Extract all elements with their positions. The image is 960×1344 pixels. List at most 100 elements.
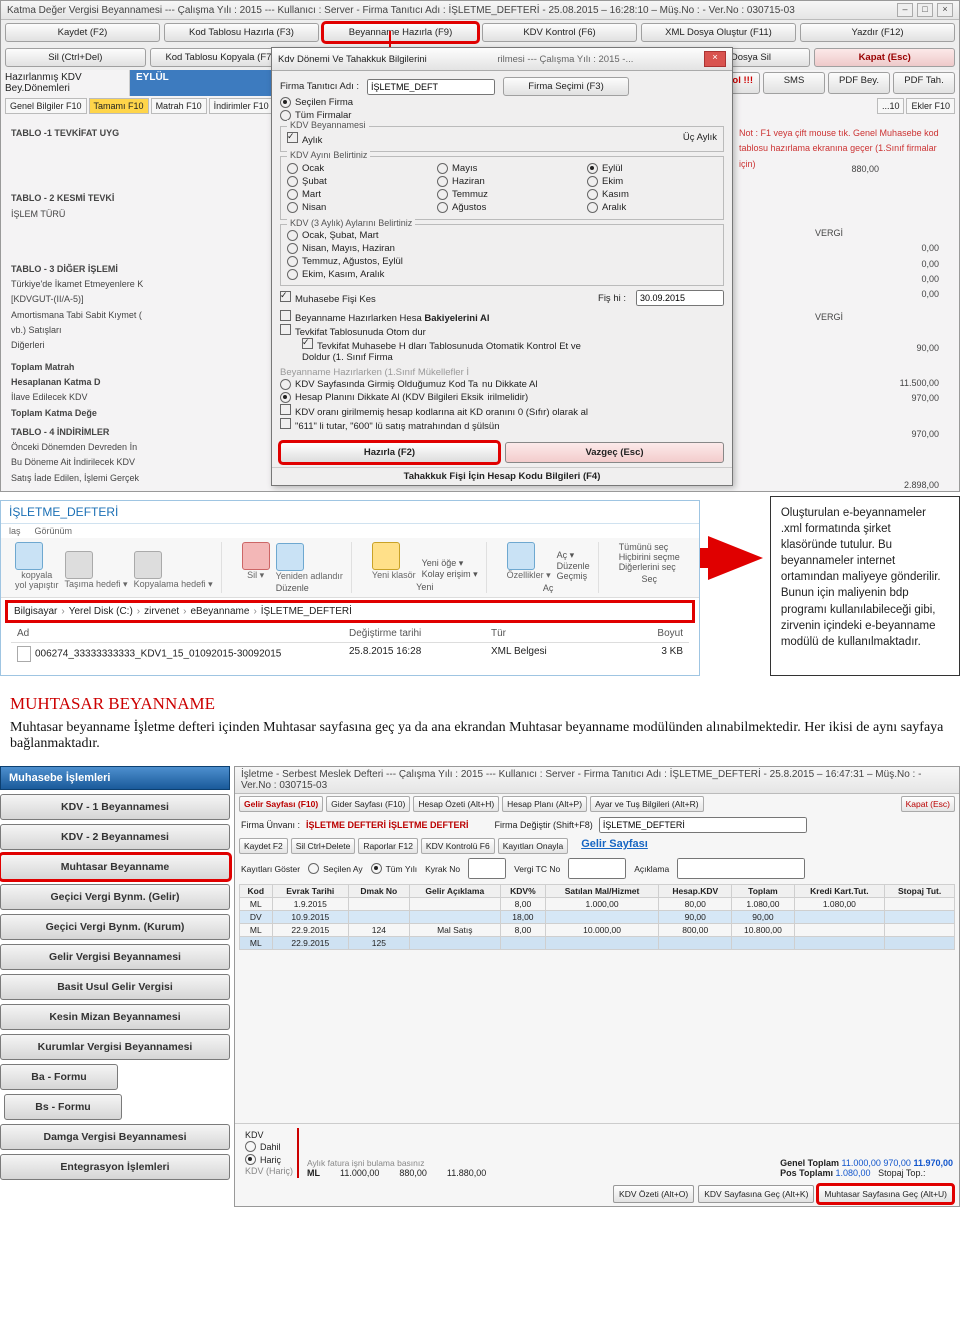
btn-hazirla[interactable]: Hazırla (F2): [280, 442, 499, 463]
tab-tamami[interactable]: Tamamı F10: [89, 98, 149, 114]
c-bey[interactable]: [280, 310, 291, 321]
btn-kapat[interactable]: Kapat (Esc): [814, 48, 955, 67]
sel-all[interactable]: Tümünü seç: [619, 542, 680, 552]
tab-indirim[interactable]: İndirimler F10: [209, 98, 274, 114]
kyrak-input[interactable]: [468, 858, 506, 879]
m-agustos[interactable]: Ağustos: [437, 201, 567, 214]
m-eylul[interactable]: Eylül: [587, 162, 717, 175]
btn-kdv-kontrol[interactable]: KDV Kontrol (F6): [482, 23, 637, 42]
btn-sil[interactable]: Sil (Ctrl+Del): [5, 48, 146, 67]
menu-kdv1[interactable]: KDV - 1 Beyannamesi: [0, 794, 230, 820]
c3[interactable]: Gelir Açıklama: [409, 885, 500, 898]
menu-kesin-mizan[interactable]: Kesin Mizan Beyannamesi: [0, 1004, 230, 1030]
m-kasim[interactable]: Kasım: [587, 188, 717, 201]
b-kdv-kontrol[interactable]: KDV Kontrolü F6: [421, 838, 495, 854]
tab-matrah[interactable]: Matrah F10: [151, 98, 207, 114]
gelir-link[interactable]: Gelir Sayfası: [581, 838, 648, 854]
chk-muh-fis[interactable]: Muhasebe Fişi Kes: [280, 291, 376, 305]
vtc-input[interactable]: [568, 858, 626, 879]
btn-beyanname-hazirla[interactable]: Beyanname Hazırla (F9): [323, 23, 478, 42]
q1[interactable]: Ocak, Şubat, Mart: [287, 229, 717, 242]
fis-date[interactable]: [636, 290, 724, 306]
chk-aylik[interactable]: Aylık: [287, 132, 322, 146]
q3[interactable]: Temmuz, Ağustos, Eylül: [287, 255, 717, 268]
c2[interactable]: Dmak No: [348, 885, 409, 898]
sel-none[interactable]: Hiçbirini seçme: [619, 552, 680, 562]
tab-hesap-ozet[interactable]: Hesap Özeti (Alt+H): [413, 796, 499, 812]
breadcrumb[interactable]: Bilgisayar› Yerel Disk (C:)› zirvenet› e…: [7, 602, 693, 621]
opt-tum-yil[interactable]: Tüm Yılı: [371, 862, 418, 875]
opt-haric[interactable]: Hariç: [245, 1153, 293, 1166]
firma-input[interactable]: [367, 79, 495, 95]
edit-item[interactable]: Düzenle: [557, 561, 590, 571]
col-ad[interactable]: Ad: [11, 628, 343, 639]
c4[interactable]: KDV%: [500, 885, 545, 898]
menu-bs[interactable]: Bs - Formu: [4, 1094, 122, 1120]
menu-gelir-vergisi[interactable]: Gelir Vergisi Beyannamesi: [0, 944, 230, 970]
m-aralik[interactable]: Aralık: [587, 201, 717, 214]
btn-yazdir[interactable]: Yazdır (F12): [800, 23, 955, 42]
firma-select[interactable]: [599, 817, 807, 833]
tab-ayar[interactable]: Ayar ve Tuş Bilgileri (Alt+R): [590, 796, 704, 812]
table-row[interactable]: ML1.9.20158,001.000,0080,001.080,001.080…: [240, 898, 955, 911]
hist-item[interactable]: Geçmiş: [557, 571, 590, 581]
table-row[interactable]: ML22.9.2015124Mal Satış8,0010.000,00800,…: [240, 924, 955, 937]
crumb-0[interactable]: Bilgisayar: [14, 606, 57, 617]
m-ocak[interactable]: Ocak: [287, 162, 417, 175]
k1[interactable]: [280, 404, 291, 415]
close-icon[interactable]: ×: [937, 3, 953, 17]
c7[interactable]: Toplam: [732, 885, 794, 898]
open-item[interactable]: Aç ▾: [557, 550, 590, 561]
menu-muhtasar[interactable]: Muhtasar Beyanname: [0, 854, 230, 880]
window-controls[interactable]: –□×: [897, 3, 953, 17]
btn-pdf-bey[interactable]: PDF Bey.: [828, 72, 890, 94]
b-kaydet[interactable]: Kaydet F2: [239, 838, 288, 854]
btn-sms[interactable]: SMS: [763, 72, 825, 94]
c-tev[interactable]: [280, 324, 291, 335]
c9[interactable]: Stopaj Tut.: [885, 885, 955, 898]
opt-dahil[interactable]: Dahil: [245, 1140, 293, 1153]
menu-basit-usul[interactable]: Basit Usul Gelir Vergisi: [0, 974, 230, 1000]
tab-gider[interactable]: Gider Sayfası (F10): [326, 796, 410, 812]
c1[interactable]: Evrak Tarihi: [272, 885, 348, 898]
r-kdv-say[interactable]: KDV Sayfasında Girmiş Olduğumuz Kod Ta n…: [280, 378, 724, 391]
sel-inv[interactable]: Diğerlerini seç: [619, 562, 680, 572]
c6[interactable]: Hesap.KDV: [659, 885, 732, 898]
fb-muhtasar-gec[interactable]: Muhtasar Sayfasına Geç (Alt+U): [818, 1185, 953, 1203]
popup-foot[interactable]: Tahakkuk Fişi İçin Hesap Kodu Bilgileri …: [272, 467, 732, 485]
col-size[interactable]: Boyut: [607, 628, 689, 639]
new-item[interactable]: Yeni öğe ▾: [422, 558, 478, 569]
btn-pdf-tah[interactable]: PDF Tah.: [893, 72, 955, 94]
b-onay[interactable]: Kayıtları Onayla: [498, 838, 568, 854]
opt-secilen-firma[interactable]: Seçilen Firma: [280, 96, 724, 109]
btn-kod-tablosu[interactable]: Kod Tablosu Hazırla (F3): [164, 23, 319, 42]
btn-vazgec[interactable]: Vazgeç (Esc): [505, 442, 724, 463]
menu-entegrasyon[interactable]: Entegrasyon İşlemleri: [0, 1154, 230, 1180]
table-row[interactable]: DV10.9.201518,0090,0090,00: [240, 911, 955, 924]
q2[interactable]: Nisan, Mayıs, Haziran: [287, 242, 717, 255]
m-subat[interactable]: Şubat: [287, 175, 417, 188]
tab-ekler[interactable]: Ekler F10: [906, 98, 955, 114]
exp-tab-view[interactable]: Görünüm: [35, 526, 73, 536]
acik-input[interactable]: [677, 858, 805, 879]
delete-icon[interactable]: [242, 542, 270, 570]
menu-kurumlar[interactable]: Kurumlar Vergisi Beyannamesi: [0, 1034, 230, 1060]
b-rapor[interactable]: Raporlar F12: [358, 838, 418, 854]
move-icon[interactable]: [65, 551, 93, 579]
c8[interactable]: Kredi Kart.Tut.: [794, 885, 885, 898]
fb-kdv-ozet[interactable]: KDV Özeti (Alt+O): [613, 1185, 694, 1203]
tab-hesap-plan[interactable]: Hesap Planı (Alt+P): [502, 796, 587, 812]
m-haziran[interactable]: Haziran: [437, 175, 567, 188]
c0[interactable]: Kod: [240, 885, 273, 898]
tab-gelir[interactable]: Gelir Sayfası (F10): [239, 796, 323, 812]
btn-xml-olustur[interactable]: XML Dosya Oluştur (F11): [641, 23, 796, 42]
col-type[interactable]: Tür: [485, 628, 607, 639]
q4[interactable]: Ekim, Kasım, Aralık: [287, 268, 717, 281]
m-mart[interactable]: Mart: [287, 188, 417, 201]
newfolder-icon[interactable]: [372, 542, 400, 570]
copyto-icon[interactable]: [134, 551, 162, 579]
b-sil[interactable]: Sil Ctrl+Delete: [291, 838, 356, 854]
menu-kdv2[interactable]: KDV - 2 Beyannamesi: [0, 824, 230, 850]
menu-ba[interactable]: Ba - Formu: [0, 1064, 118, 1090]
m-mayis[interactable]: Mayıs: [437, 162, 567, 175]
